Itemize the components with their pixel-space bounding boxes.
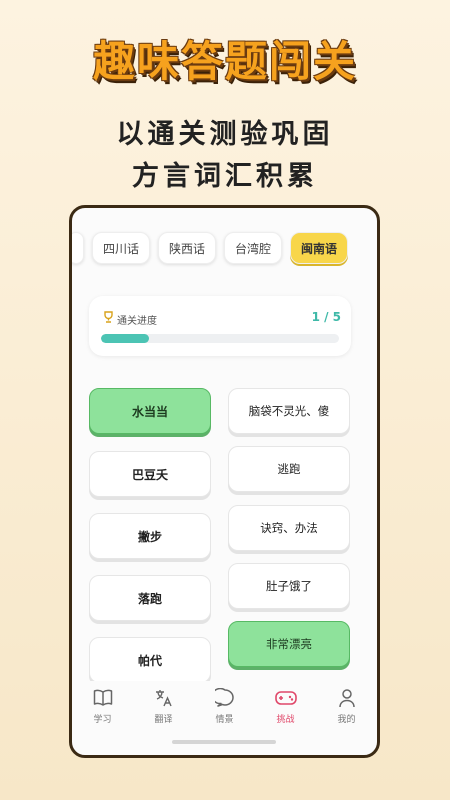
nav-study-label: 学习 <box>93 715 112 725</box>
progress-card: 通关进度 1 / 5 <box>89 296 351 356</box>
nav-mine-label: 我的 <box>337 715 356 725</box>
word-card[interactable]: 帕代 <box>89 637 211 683</box>
tab-minnan[interactable]: 闽南语 <box>290 232 348 264</box>
progress-track <box>101 334 339 343</box>
meaning-card[interactable]: 诀窍、办法 <box>228 505 350 551</box>
home-indicator[interactable] <box>172 740 276 744</box>
tab-taiwan[interactable]: 台湾腔 <box>224 232 282 264</box>
chat-bubble-icon <box>214 687 236 709</box>
nav-study[interactable]: 学习 <box>72 681 133 731</box>
nav-scene-label: 情景 <box>215 715 234 725</box>
progress-label: 通关进度 <box>117 316 157 327</box>
nav-challenge-label: 挑战 <box>276 715 295 725</box>
nav-translate-label: 翻译 <box>154 715 173 725</box>
gamepad-icon <box>274 687 297 709</box>
progress-fill <box>101 334 149 343</box>
meaning-card[interactable]: 逃跑 <box>228 446 350 492</box>
nav-scene[interactable]: 情景 <box>194 681 255 731</box>
bottom-nav: 学习 翻译 情景 挑战 我的 <box>72 681 377 731</box>
word-card[interactable]: 撇步 <box>89 513 211 559</box>
nav-challenge[interactable]: 挑战 <box>255 681 316 731</box>
nav-mine[interactable]: 我的 <box>316 681 377 731</box>
phone-screen: 四川话 陕西话 台湾腔 闽南语 通关进度 1 / 5 水当当 巴豆夭 撇步 落跑… <box>69 205 380 758</box>
nav-translate[interactable]: 翻译 <box>133 681 194 731</box>
person-icon <box>336 687 358 709</box>
meaning-card[interactable]: 肚子饿了 <box>228 563 350 609</box>
meaning-card[interactable]: 脑袋不灵光、傻 <box>228 388 350 434</box>
dialect-tabs: 四川话 陕西话 台湾腔 闽南语 <box>72 232 377 266</box>
book-icon <box>92 687 114 709</box>
tab-partial[interactable] <box>72 232 84 264</box>
tab-sichuan[interactable]: 四川话 <box>92 232 150 264</box>
word-card[interactable]: 水当当 <box>89 388 211 434</box>
word-card[interactable]: 巴豆夭 <box>89 451 211 497</box>
word-card[interactable]: 落跑 <box>89 575 211 621</box>
subtitle-line-1: 以通关测验巩固 <box>116 119 334 150</box>
trophy-icon <box>103 311 114 326</box>
progress-count: 1 / 5 <box>311 310 341 324</box>
meaning-card[interactable]: 非常漂亮 <box>228 621 350 667</box>
translate-icon <box>153 687 175 709</box>
subtitle-line-2: 方言词汇积累 <box>132 161 318 192</box>
hero-title: 趣味答题闯关 <box>92 37 357 86</box>
tab-shaanxi[interactable]: 陕西话 <box>158 232 216 264</box>
